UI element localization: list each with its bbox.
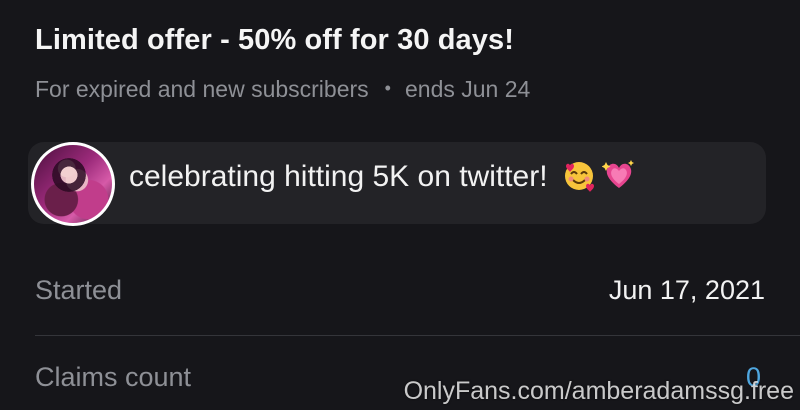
- offer-subtitle: For expired and new subscribers • ends Jun…: [35, 76, 530, 103]
- started-value: Jun 17, 2021: [608, 275, 765, 305]
- offer-message: celebrating hitting 5K on twitter!: [129, 160, 636, 195]
- avatar[interactable]: [31, 142, 115, 226]
- offer-audience: For expired and new subscribers: [35, 76, 369, 102]
- watermark: OnlyFans.com/amberadamssg.free: [403, 377, 794, 405]
- offer-end-date: ends Jun 24: [404, 76, 531, 102]
- offer-message-text: celebrating hitting 5K on twitter!: [129, 160, 548, 193]
- offer-details-screen: Limited offer - 50% off for 30 days! For…: [0, 0, 800, 410]
- offer-message-card: celebrating hitting 5K on twitter!: [28, 142, 766, 226]
- sparkling-heart-icon: [601, 158, 636, 192]
- offer-title: Limited offer - 50% off for 30 days!: [35, 24, 514, 56]
- claims-label: Claims count: [35, 362, 192, 392]
- started-label: Started: [35, 275, 123, 305]
- smiling-face-with-hearts-icon: [562, 158, 596, 193]
- separator-dot: •: [384, 78, 391, 98]
- divider: [35, 335, 800, 336]
